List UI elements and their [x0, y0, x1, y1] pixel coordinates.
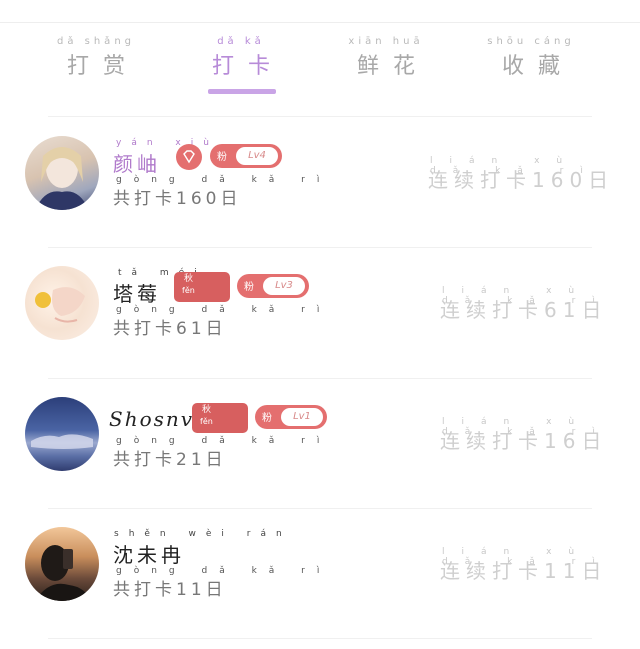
tab-reward-pinyin: dǎ shǎng — [56, 36, 135, 47]
divider — [48, 116, 592, 117]
streak-checkin: 连续打卡160日 — [428, 168, 615, 192]
avatar[interactable] — [25, 527, 99, 601]
total-checkin: 共打卡61日 — [113, 319, 227, 339]
total-checkin: 共打卡11日 — [113, 580, 227, 600]
tab-reward[interactable]: dǎ shǎng 打赏 — [36, 28, 156, 98]
tab-flowers-pinyin: xiān huā — [348, 36, 424, 47]
name-pinyin: shěn wèi rán — [114, 529, 292, 539]
avatar-image — [35, 287, 85, 323]
tab-favorites-pinyin: shōu cáng — [487, 36, 575, 47]
level-text: Lv1 — [281, 408, 323, 426]
fan-label: 粉 — [244, 282, 254, 293]
avatar-image — [35, 147, 89, 210]
tab-checkin-pinyin: dǎ kǎ — [217, 36, 265, 47]
title-badge-top: 秋 — [184, 274, 194, 284]
vip-diamond-icon — [176, 144, 202, 170]
tab-favorites-label: 收藏 — [501, 54, 574, 79]
total-checkin: 共打卡160日 — [113, 189, 242, 209]
user-name[interactable]: 塔莓 — [113, 278, 161, 307]
fan-level-badge: 粉 Lv3 — [237, 274, 309, 298]
tab-checkin[interactable]: dǎ kǎ 打卡 — [181, 28, 301, 98]
title-badge-pinyin: fěn — [182, 286, 195, 295]
active-tab-indicator — [208, 89, 276, 94]
divider — [48, 638, 592, 639]
fan-level-badge: 粉 Lv4 — [210, 144, 282, 168]
total-checkin: 共打卡21日 — [113, 450, 227, 470]
level-text: Lv3 — [263, 277, 305, 295]
user-name[interactable]: 沈未冉 — [113, 539, 185, 568]
list-item[interactable]: yán xiù 颜岫 粉 Lv4 gòng dǎ kǎ rì 共打卡160日 l… — [0, 120, 640, 240]
title-badge-pinyin: fěn — [200, 417, 213, 426]
list-item[interactable]: Shosnvx 秋 fěn 粉 Lv1 gòng dǎ kǎ rì 共打卡21日… — [0, 381, 640, 501]
divider — [48, 247, 592, 248]
streak-checkin: 连续打卡16日 — [440, 429, 608, 453]
streak-checkin: 连续打卡61日 — [440, 298, 608, 322]
tab-reward-label: 打赏 — [66, 54, 139, 79]
fan-label: 粉 — [217, 152, 227, 163]
list-item[interactable]: tǎ méi 塔莓 秋 fěn 粉 Lv3 gòng dǎ kǎ rì 共打卡6… — [0, 250, 640, 370]
list-item[interactable]: shěn wèi rán 沈未冉 gòng dǎ kǎ rì 共打卡11日 li… — [0, 511, 640, 631]
streak-checkin: 连续打卡11日 — [440, 559, 608, 583]
title-badge: 秋 fěn — [192, 403, 248, 433]
tab-flowers-label: 鲜花 — [356, 54, 429, 79]
avatar-image — [31, 434, 93, 449]
avatar-image — [35, 545, 91, 601]
title-badge: 秋 fěn — [174, 272, 230, 302]
tab-checkin-label: 打卡 — [211, 54, 284, 79]
top-search-bar-edge — [0, 0, 640, 23]
divider — [48, 508, 592, 509]
title-badge-top: 秋 — [202, 405, 212, 415]
user-name[interactable]: 颜岫 — [113, 148, 161, 177]
tab-favorites[interactable]: shōu cáng 收藏 — [471, 28, 591, 98]
divider — [48, 378, 592, 379]
avatar[interactable] — [25, 266, 99, 340]
fan-level-badge: 粉 Lv1 — [255, 405, 327, 429]
name-pinyin: yán xiù — [116, 138, 219, 148]
tab-bar: dǎ shǎng 打赏 dǎ kǎ 打卡 xiān huā 鲜花 shōu cá… — [0, 28, 640, 104]
avatar[interactable] — [25, 397, 99, 471]
avatar[interactable] — [25, 136, 99, 210]
fan-label: 粉 — [262, 413, 272, 424]
level-text: Lv4 — [236, 147, 278, 165]
tab-flowers[interactable]: xiān huā 鲜花 — [326, 28, 446, 98]
